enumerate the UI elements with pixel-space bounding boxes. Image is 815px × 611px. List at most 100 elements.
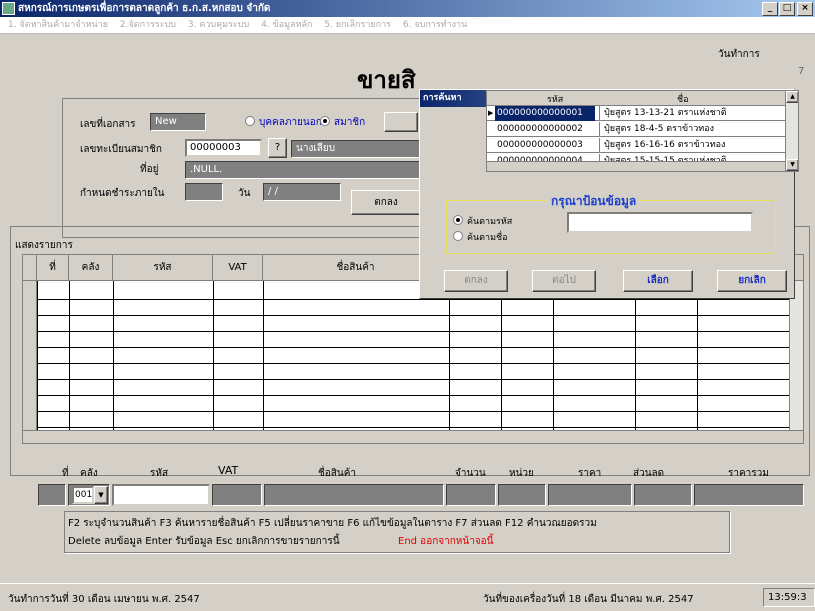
entry-code-input[interactable] — [112, 484, 210, 506]
entry-col-price: ราคา — [578, 468, 602, 479]
entry-col-qty: จำนวน — [455, 468, 486, 479]
radio-search-code[interactable]: ค้นตามรหัส — [453, 214, 512, 228]
due-days-field[interactable] — [185, 183, 223, 201]
help-line-2: Delete ลบข้อมูล Enter รับข้อมูล Esc ยกเล… — [68, 536, 340, 547]
days-label: วัน — [238, 188, 251, 199]
header-glyph: 7 — [798, 66, 805, 77]
row-indicator-column — [23, 281, 37, 443]
warehouse-select[interactable]: 001 — [72, 486, 94, 504]
member-no-label: เลขทะเบียนสมาชิก — [80, 144, 162, 155]
entry-col-warehouse: คลัง — [80, 468, 98, 479]
search-row-1[interactable]: ▶ 000000000000001 ปุ๋ยสูตร 13-13-21 ตราแ… — [487, 106, 785, 121]
dialog-select-button[interactable]: เลือก — [623, 270, 693, 292]
entry-unit-field — [498, 484, 546, 506]
menu-item-5[interactable]: 5. ยกเลิกรายการ — [324, 20, 391, 30]
radio-member[interactable]: สมาชิก — [320, 115, 365, 130]
search-grid-vscroll[interactable]: ▲ ▼ — [785, 91, 798, 171]
entry-total-field — [694, 484, 804, 506]
search-row-2-name: ปุ๋ยสูตร 18-4-5 ตราข้าวทอง — [599, 122, 785, 137]
title-bar: สหกรณ์การเกษตรเพื่อการตลาดลูกค้า ธ.ก.ส.ห… — [0, 0, 815, 17]
vertical-scrollbar[interactable] — [789, 281, 803, 430]
search-row-3-code: 000000000000003 — [497, 140, 583, 150]
due-label: กำหนดชำระภายใน — [80, 188, 165, 199]
radio-search-name-dot[interactable] — [453, 231, 463, 241]
doc-no-field[interactable]: New — [150, 113, 206, 131]
warehouse-dropdown-icon[interactable]: ▼ — [94, 486, 108, 504]
menu-item-2[interactable]: 2.จัดการระบบ — [120, 20, 176, 30]
col-warehouse-header: คลัง — [69, 255, 113, 281]
member-lookup-button[interactable]: ? — [268, 138, 287, 158]
minimize-button[interactable]: _ — [762, 2, 778, 16]
input-prompt-label: กรุณาป้อนข้อมูล — [547, 192, 641, 211]
entry-col-vat: VAT — [218, 464, 239, 477]
entry-col-unit: หน่วย — [509, 468, 534, 479]
search-row-3-name: ปุ๋ยสูตร 16-16-16 ตราข้าวทอง — [599, 138, 785, 153]
help-line-1: F2 ระบุจำนวนสินค้า F3 ค้นหารายชื่อสินค้า… — [68, 518, 597, 529]
entry-col-discount: ส่วนลด — [633, 468, 665, 479]
radio-member-dot[interactable] — [320, 116, 330, 126]
menu-bar: 1. จัดหาสินค้ามาจำหน่าย 2.จัดการระบบ 3. … — [0, 17, 815, 34]
scroll-up-arrow-icon[interactable]: ▲ — [786, 91, 798, 103]
search-results-grid[interactable]: รหัส ชื่อ ▶ 000000000000001 ปุ๋ยสูตร 13-… — [486, 90, 799, 172]
page-title: ขายสิ — [357, 65, 416, 94]
horizontal-scrollbar[interactable] — [23, 430, 803, 443]
menu-item-4[interactable]: 4. ข้อมูลหลัก — [261, 20, 312, 30]
close-button[interactable]: × — [797, 2, 813, 16]
entry-col-total: ราคารวม — [728, 468, 769, 479]
entry-qty-field[interactable] — [446, 484, 496, 506]
search-row-2[interactable]: 000000000000002 ปุ๋ยสูตร 18-4-5 ตราข้าวท… — [487, 122, 785, 137]
form-ok-button[interactable]: ตกลง — [351, 190, 421, 215]
radio-outsider[interactable]: บุคคลภายนอก — [245, 115, 322, 130]
radio-member-label: สมาชิก — [334, 117, 366, 128]
scroll-down-arrow-icon[interactable]: ▼ — [786, 159, 798, 171]
col-vat-header: VAT — [213, 255, 263, 281]
status-machine-date: วันที่ของเครื่องวันที่ 18 เดือน มีนาคม พ… — [483, 594, 694, 605]
menu-item-6[interactable]: 6. จบการทำงาน — [403, 20, 467, 30]
entry-price-field[interactable] — [548, 484, 632, 506]
address-label: ที่อยู่ — [140, 164, 159, 175]
dialog-next-button[interactable]: ต่อไป — [532, 270, 596, 292]
row-indicator-header — [23, 255, 37, 281]
entry-product-field — [264, 484, 444, 506]
menu-item-1[interactable]: 1. จัดหาสินค้ามาจำหน่าย — [8, 20, 108, 30]
window-title: สหกรณ์การเกษตรเพื่อการตลาดลูกค้า ธ.ก.ส.ห… — [18, 3, 271, 14]
dialog-cancel-button[interactable]: ยกเลิก — [717, 270, 787, 292]
entry-discount-field[interactable] — [634, 484, 692, 506]
entry-col-code: รหัส — [150, 468, 169, 479]
doc-no-label: เลขที่เอกสาร — [80, 119, 136, 130]
work-date-label: วันทำการ — [718, 49, 760, 60]
search-input[interactable] — [567, 212, 753, 233]
entry-col-product: ชื่อสินค้า — [318, 468, 357, 479]
menu-item-3[interactable]: 3. ควบคุมระบบ — [188, 20, 249, 30]
entry-col-no: ที่ — [62, 468, 69, 479]
status-work-date: วันทำการวันที่ 30 เดือน เมษายน พ.ศ. 2547 — [8, 594, 200, 605]
radio-outsider-dot[interactable] — [245, 116, 255, 126]
current-row-icon: ▶ — [488, 109, 494, 117]
radio-search-name[interactable]: ค้นตามชื่อ — [453, 230, 508, 244]
status-clock: 13:59:3 — [763, 588, 815, 607]
search-row-1-code: 000000000000001 — [495, 106, 595, 121]
member-name-field: นางเลียบ — [291, 140, 422, 158]
search-grid-hscroll[interactable] — [487, 161, 785, 171]
search-row-2-code: 000000000000002 — [497, 124, 583, 134]
dialog-ok-button[interactable]: ตกลง — [444, 270, 508, 292]
app-icon — [2, 2, 15, 15]
due-date-field[interactable]: / / — [263, 183, 341, 201]
col-no-header: ที่ — [37, 255, 69, 281]
member-no-input[interactable]: 00000003 — [185, 139, 262, 157]
radio-search-name-label: ค้นตามชื่อ — [467, 233, 508, 243]
entry-no-field — [38, 484, 66, 506]
list-section-label: แสดงรายการ — [15, 240, 73, 251]
type-button[interactable] — [384, 112, 418, 132]
address-field: .NULL. — [185, 161, 422, 179]
radio-search-code-label: ค้นตามรหัส — [467, 217, 513, 227]
radio-search-code-dot[interactable] — [453, 215, 463, 225]
search-row-3[interactable]: 000000000000003 ปุ๋ยสูตร 16-16-16 ตราข้า… — [487, 138, 785, 153]
status-bar: วันทำการวันที่ 30 เดือน เมษายน พ.ศ. 2547… — [0, 583, 815, 611]
col-code-header: รหัส — [113, 255, 213, 281]
search-col-name: ชื่อ — [677, 95, 689, 105]
maximize-button[interactable]: □ — [779, 2, 795, 16]
radio-outsider-label: บุคคลภายนอก — [259, 117, 322, 128]
search-col-code: รหัส — [547, 95, 564, 105]
search-row-1-name: ปุ๋ยสูตร 13-13-21 ตราแห่งชาติ — [599, 106, 785, 121]
